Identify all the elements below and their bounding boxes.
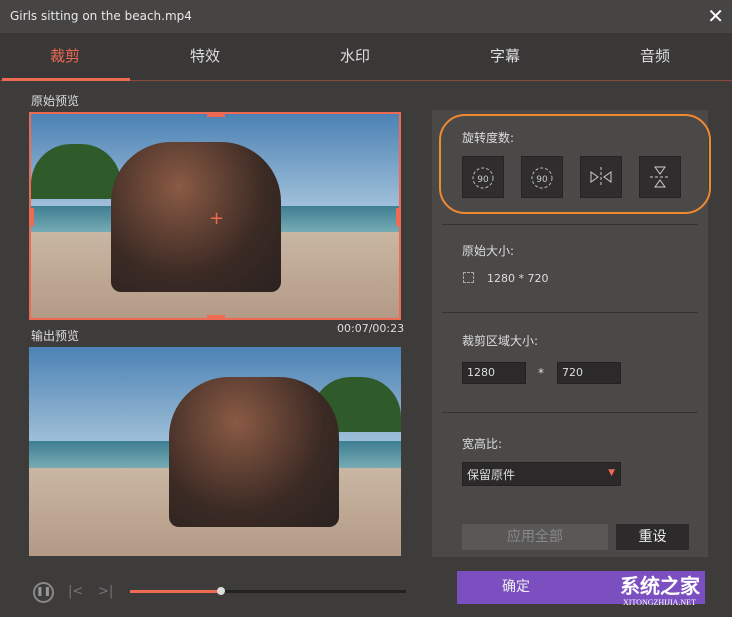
next-frame-icon[interactable]: >| (98, 584, 113, 599)
aspect-ratio-select[interactable]: 保留原件 ▼ (462, 462, 621, 486)
window-title: Girls sitting on the beach.mp4 (10, 9, 192, 23)
watermark-logo: 系统之家 (620, 574, 700, 598)
rotation-label: 旋转度数: (462, 131, 515, 145)
tab-watermark[interactable]: 水印 (290, 45, 420, 66)
tab-crop[interactable]: 裁剪 (0, 45, 130, 66)
flip-vertical-button[interactable] (639, 156, 681, 198)
aspect-ratio-label: 宽高比: (462, 437, 503, 451)
original-preview-video[interactable]: + (29, 112, 401, 320)
original-size-label: 原始大小: (462, 244, 515, 258)
tab-subtitles[interactable]: 字幕 (440, 45, 570, 66)
flip-horizontal-button[interactable] (580, 156, 622, 198)
tab-bar: 裁剪 特效 水印 字幕 音频 (0, 33, 732, 81)
timecode: 00:07/00:23 (337, 322, 405, 335)
rotate-left-icon: 90 (472, 167, 494, 189)
confirm-button[interactable]: 确定 (457, 571, 575, 604)
active-tab-indicator (2, 78, 130, 81)
rotate-right-icon: 90 (531, 167, 553, 189)
original-size-value: 1280 * 720 (487, 272, 549, 285)
reset-button[interactable]: 重设 (616, 524, 689, 550)
crop-height-input[interactable]: 720 (557, 362, 621, 384)
svg-text:90: 90 (536, 175, 548, 185)
aspect-ratio-value: 保留原件 (467, 468, 516, 482)
crop-separator: * (538, 366, 544, 380)
tab-audio[interactable]: 音频 (590, 45, 720, 66)
dropdown-arrow-icon: ▼ (608, 468, 615, 478)
progress-fill (130, 590, 222, 593)
flip-horizontal-icon (590, 167, 612, 187)
crop-handle[interactable] (31, 208, 34, 226)
crop-handle[interactable] (207, 114, 225, 117)
apply-all-button[interactable]: 应用全部 (462, 524, 608, 550)
settings-panel: 旋转度数: 90 90 原始大小: 1280 * 720 裁剪区域大小: 128… (432, 110, 711, 557)
progress-slider[interactable] (130, 587, 406, 595)
crop-width-input[interactable]: 1280 (462, 362, 526, 384)
flip-vertical-icon (650, 166, 670, 188)
previous-frame-icon[interactable]: |< (68, 584, 83, 599)
watermark-url: XITONGZHIJIA.NET (623, 598, 696, 607)
pause-button[interactable]: ❚❚ (33, 582, 54, 603)
rotate-right-button[interactable]: 90 (521, 156, 563, 198)
progress-handle[interactable] (217, 587, 226, 595)
rotate-left-button[interactable]: 90 (462, 156, 504, 198)
crop-center-icon: + (209, 208, 225, 229)
output-preview-label: 输出预览 (31, 329, 80, 343)
crop-handle[interactable] (207, 315, 225, 318)
output-preview-video (29, 347, 401, 556)
original-preview-label: 原始预览 (31, 94, 80, 108)
svg-text:90: 90 (477, 175, 489, 185)
close-icon[interactable]: ✕ (707, 4, 724, 28)
crop-size-label: 裁剪区域大小: (462, 334, 539, 348)
tab-effects[interactable]: 特效 (140, 45, 270, 66)
size-icon (463, 272, 474, 283)
crop-handle[interactable] (396, 208, 399, 226)
